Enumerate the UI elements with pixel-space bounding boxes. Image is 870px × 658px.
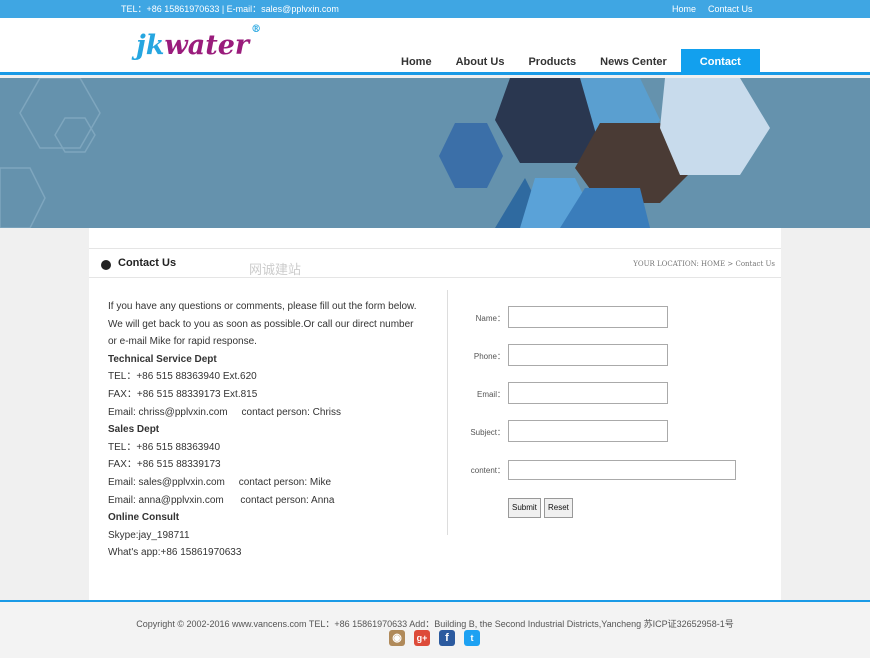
contact-line: FAX：+86 515 88339173 — [108, 459, 221, 471]
nav-news[interactable]: News Center — [588, 49, 679, 75]
email-label: Email： — [476, 390, 505, 399]
content-label: content： — [470, 466, 505, 475]
contact-line: Skype:jay_198711 — [108, 529, 190, 541]
nav-products[interactable]: Products — [516, 49, 588, 75]
breadcrumb: YOUR LOCATION: HOME > Contact Us — [633, 260, 775, 268]
header: jkwater ® Home About Us Products News Cen… — [0, 18, 870, 94]
footer: Copyright © 2002-2016 www.vancens.com TE… — [0, 600, 870, 658]
watermark: 网诚建站 — [249, 262, 302, 277]
google-plus-icon[interactable]: g+ — [414, 630, 430, 646]
twitter-icon[interactable]: t — [464, 630, 480, 646]
dept-heading: Technical Service Dept — [108, 353, 217, 365]
email-input[interactable] — [508, 382, 668, 404]
contact-details: If you have any questions or comments, p… — [108, 298, 417, 562]
reset-button[interactable]: Reset — [544, 498, 573, 518]
banner-hexagons — [0, 78, 770, 228]
nav-contact[interactable]: Contact Us — [680, 49, 760, 94]
intro-line: or e-mail Mike for rapid response. — [108, 336, 257, 348]
top-link-contact[interactable]: Contact Us — [708, 4, 753, 14]
phone-label: Phone： — [473, 352, 505, 361]
copyright: Copyright © 2002-2016 www.vancens.com TE… — [136, 619, 734, 629]
subject-label: Subject： — [470, 428, 505, 437]
contact-line: Email: chriss@pplvxin.com contact person… — [108, 406, 342, 418]
contact-info: TEL：+86 15861970633 | E-mail：sales@pplvx… — [121, 4, 339, 14]
contact-line: What's app:+86 15861970633 — [108, 547, 242, 559]
dept-heading: Online Consult — [108, 512, 180, 524]
section-header: Contact Us 网诚建站 YOUR LOCATION: HOME > Co… — [89, 248, 781, 278]
subject-input[interactable] — [508, 420, 668, 442]
name-label: Name： — [475, 314, 505, 323]
contact-line: TEL：+86 515 88363940 — [108, 441, 221, 453]
content-panel: Contact Us 网诚建站 YOUR LOCATION: HOME > Co… — [89, 228, 781, 600]
intro-line: We will get back to you as soon as possi… — [108, 318, 414, 330]
logo[interactable]: jkwater ® — [136, 24, 261, 61]
contact-line: Email: sales@pplvxin.com contact person:… — [108, 476, 332, 488]
phone-input[interactable] — [508, 344, 668, 366]
contact-line: FAX：+86 515 88339173 Ext.815 — [108, 388, 258, 400]
section-title: Contact Us — [118, 257, 177, 269]
contact-line: Email: anna@pplvxin.com contact person: … — [108, 494, 335, 506]
banner — [0, 78, 870, 228]
main-nav: Home About Us Products News Center Conta… — [389, 49, 760, 94]
divider — [447, 290, 448, 535]
submit-button[interactable]: Submit — [508, 498, 541, 518]
nav-about[interactable]: About Us — [444, 49, 517, 75]
intro-line: If you have any questions or comments, p… — [108, 301, 417, 312]
top-bar: TEL：+86 15861970633 | E-mail：sales@pplvx… — [0, 0, 870, 18]
content-textarea[interactable] — [508, 460, 736, 480]
facebook-icon[interactable]: f — [439, 630, 455, 646]
nav-home[interactable]: Home — [389, 49, 444, 75]
name-input[interactable] — [508, 306, 668, 328]
contact-line: TEL：+86 515 88363940 Ext.620 — [108, 371, 257, 383]
bullet-icon — [101, 260, 111, 270]
top-link-home[interactable]: Home — [672, 4, 696, 14]
dept-heading: Sales Dept — [108, 424, 160, 436]
instagram-icon[interactable]: ◉ — [389, 630, 405, 646]
